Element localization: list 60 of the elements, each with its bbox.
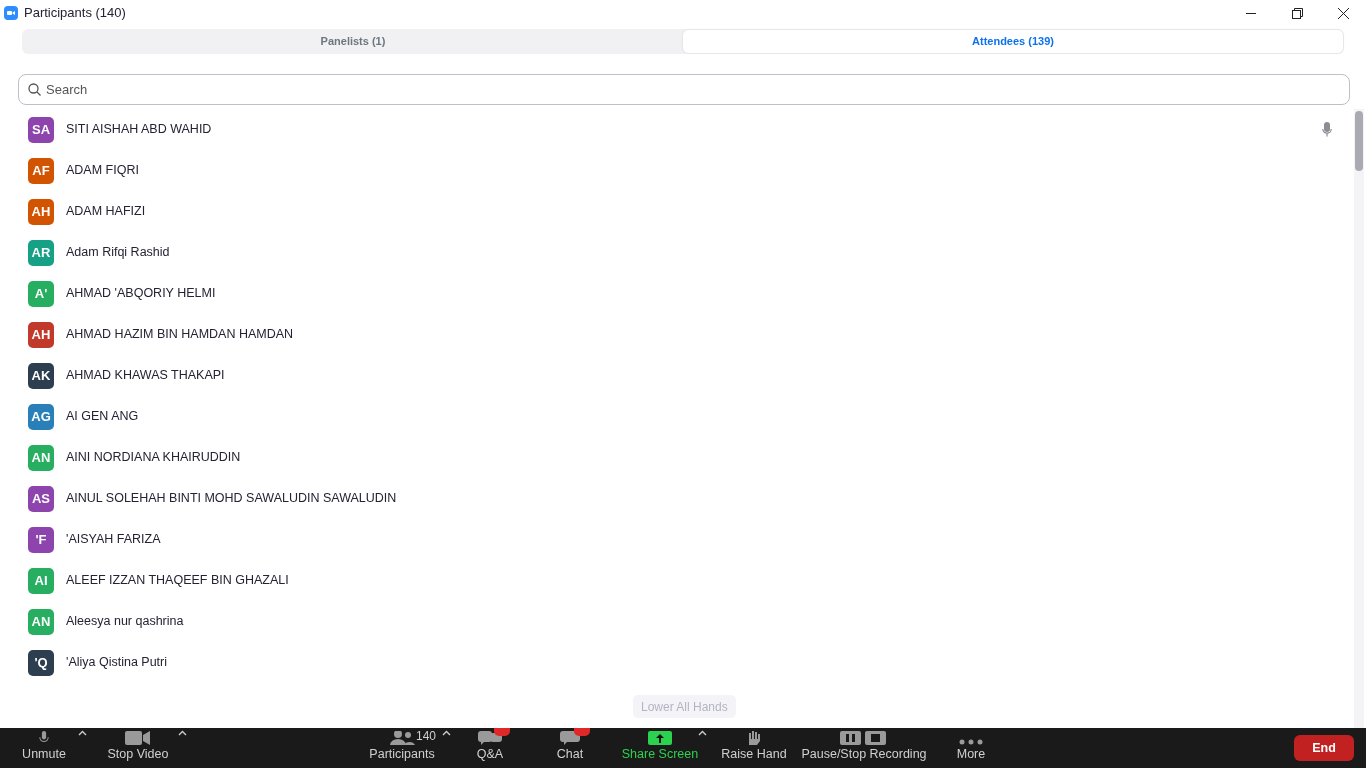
avatar: AH bbox=[28, 321, 54, 348]
toolbar-button[interactable]: Unmute bbox=[0, 731, 88, 768]
avatar: AR bbox=[28, 239, 54, 266]
participant-name: AINUL SOLEHAH BINTI MOHD SAWALUDIN SAWALUDIN bbox=[66, 490, 398, 508]
participant-name: 'AISYAH FARIZA bbox=[66, 531, 162, 549]
close-icon[interactable] bbox=[1337, 7, 1349, 19]
search-icon bbox=[28, 83, 41, 96]
toolbar-button[interactable]: Q&A bbox=[452, 731, 528, 768]
participant-name: ADAM FIQRI bbox=[66, 162, 140, 180]
window-title: Participants (140) bbox=[24, 4, 126, 23]
people-icon bbox=[389, 731, 415, 746]
avatar: AN bbox=[28, 608, 54, 635]
participant-name: Adam Rifqi Rashid bbox=[66, 244, 171, 262]
avatar: AK bbox=[28, 362, 54, 389]
participant-name: 'Aliya Qistina Putri bbox=[66, 654, 169, 672]
app-logo-icon bbox=[4, 6, 18, 20]
microphone-icon bbox=[1322, 122, 1332, 137]
toolbar-button[interactable]: Raise Hand bbox=[708, 731, 800, 768]
toolbar-button[interactable]: Chat bbox=[528, 731, 612, 768]
avatar: SA bbox=[28, 116, 54, 143]
avatar: AF bbox=[28, 157, 54, 184]
toolbar-button[interactable]: Share Screen bbox=[612, 731, 708, 768]
caret-icon[interactable] bbox=[442, 730, 451, 737]
scrollbar[interactable] bbox=[1354, 109, 1364, 728]
participant-name: ALEEF IZZAN THAQEEF BIN GHAZALI bbox=[66, 572, 290, 590]
participant-name: AHMAD 'ABQORIY HELMI bbox=[66, 285, 217, 303]
participant-name: AINI NORDIANA KHAIRUDDIN bbox=[66, 449, 242, 467]
avatar: AS bbox=[28, 485, 54, 512]
participant-name: AHMAD HAZIM BIN HAMDAN HAMDAN bbox=[66, 326, 295, 344]
end-button[interactable]: End bbox=[1294, 735, 1354, 761]
toolbar-button[interactable]: More bbox=[928, 731, 1014, 768]
toolbar-button[interactable]: Participants 140 bbox=[352, 731, 452, 768]
participant-name: ADAM HAFIZI bbox=[66, 203, 147, 221]
avatar: 'F bbox=[28, 526, 54, 553]
caret-icon[interactable] bbox=[698, 730, 707, 737]
avatar: A' bbox=[28, 280, 54, 307]
participant-name: Aleesya nur qashrina bbox=[66, 613, 185, 631]
speech-bubble-icon bbox=[560, 731, 580, 746]
pause-stop-icon bbox=[840, 731, 888, 746]
caret-icon[interactable] bbox=[178, 730, 187, 737]
participant-name: AHMAD KHAWAS THAKAPI bbox=[66, 367, 226, 385]
toolbar-button[interactable]: Pause/Stop Recording bbox=[800, 731, 928, 768]
caret-icon[interactable] bbox=[78, 730, 87, 737]
camera-icon bbox=[125, 731, 151, 746]
participant-count: 140 bbox=[416, 728, 437, 746]
avatar: AH bbox=[28, 198, 54, 225]
avatar: 'Q bbox=[28, 649, 54, 676]
tab[interactable]: Panelists (1) bbox=[23, 30, 683, 53]
avatar: AG bbox=[28, 403, 54, 430]
participant-name: AI GEN ANG bbox=[66, 408, 140, 426]
share-screen-icon bbox=[648, 731, 672, 746]
avatar: AN bbox=[28, 444, 54, 471]
toolbar-button[interactable]: Stop Video bbox=[88, 731, 188, 768]
participant-name: SITI AISHAH ABD WAHID bbox=[66, 121, 213, 139]
hand-icon bbox=[746, 731, 762, 746]
tab[interactable]: Attendees (139) bbox=[683, 30, 1343, 53]
more-icon bbox=[959, 739, 983, 746]
search-field[interactable]: Search bbox=[18, 74, 1350, 105]
avatar: AI bbox=[28, 567, 54, 594]
restore-icon[interactable] bbox=[1291, 7, 1303, 19]
